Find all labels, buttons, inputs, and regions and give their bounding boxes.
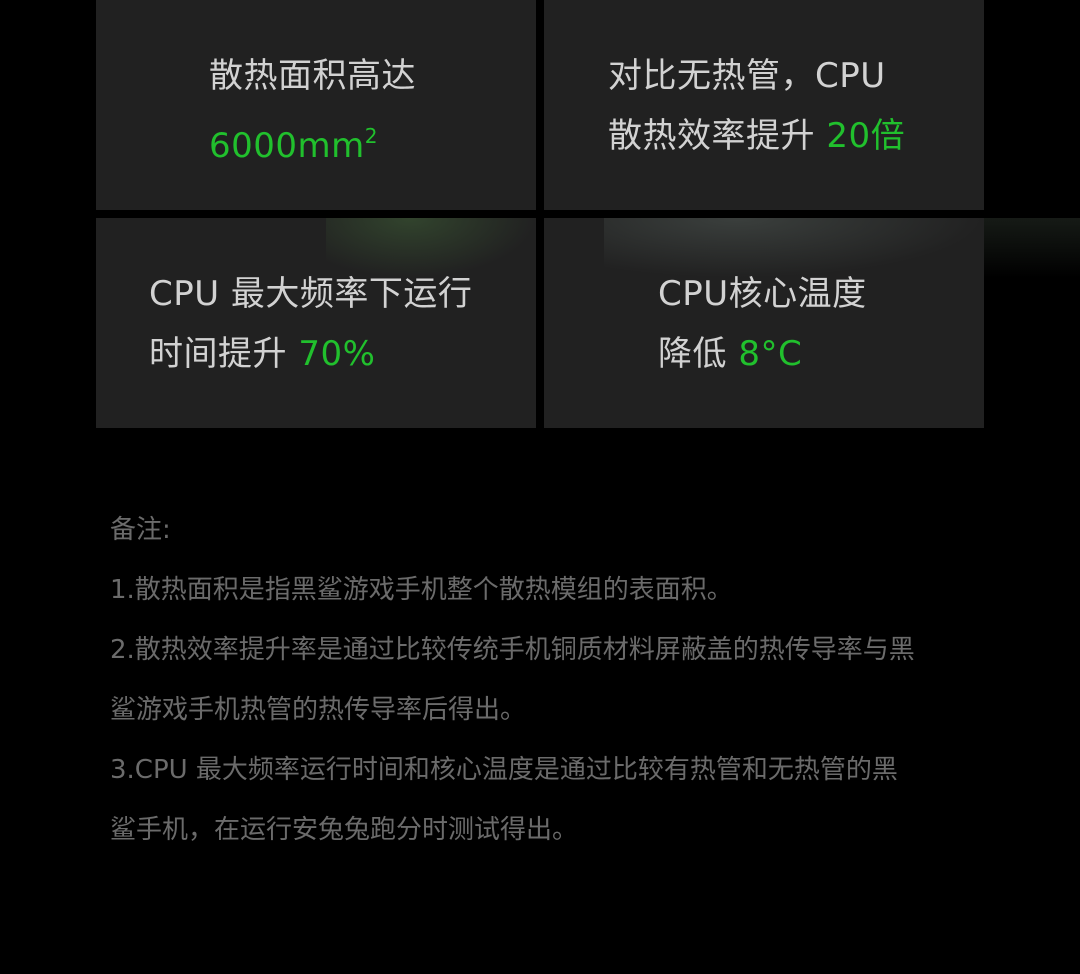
feature-prefix: 散热效率提升 bbox=[608, 116, 827, 156]
feature-prefix: 降低 bbox=[658, 334, 739, 374]
feature-highlight: 8°C bbox=[738, 334, 803, 374]
feature-title: 对比无热管，CPU bbox=[608, 56, 886, 96]
feature-highlight: 70% bbox=[298, 334, 376, 374]
notes-heading: 备注: bbox=[110, 515, 171, 545]
feature-text: 对比无热管，CPU 散热效率提升 20倍 bbox=[608, 46, 905, 166]
feature-card-efficiency: 对比无热管，CPU 散热效率提升 20倍 bbox=[544, 0, 984, 210]
feature-value-line: 降低 8°C bbox=[658, 324, 867, 384]
note-item-1: 1.散热面积是指黑鲨游戏手机整个散热模组的表面积。 bbox=[110, 575, 733, 605]
feature-superscript: 2 bbox=[364, 124, 379, 148]
feature-value-line: 散热效率提升 20倍 bbox=[608, 106, 905, 166]
feature-highlight: 20倍 bbox=[826, 116, 906, 156]
feature-text: 散热面积高达 6000mm2 bbox=[209, 46, 416, 176]
edge-glow-decoration bbox=[984, 218, 1080, 278]
feature-value-line: 6000mm2 bbox=[209, 106, 416, 176]
feature-card-area: 散热面积高达 6000mm2 bbox=[96, 0, 536, 210]
note-item-2-line-1: 2.散热效率提升率是通过比较传统手机铜质材料屏蔽盖的热传导率与黑 bbox=[110, 635, 915, 665]
feature-title: CPU核心温度 bbox=[658, 274, 867, 314]
feature-text: CPU 最大频率下运行 时间提升 70% bbox=[149, 264, 472, 384]
feature-value-line: 时间提升 70% bbox=[149, 324, 472, 384]
feature-title: 散热面积高达 bbox=[209, 56, 416, 96]
feature-title: CPU 最大频率下运行 bbox=[149, 274, 473, 314]
note-item-2-line-2: 鲨游戏手机热管的热传导率后得出。 bbox=[110, 695, 527, 725]
feature-text: CPU核心温度 降低 8°C bbox=[658, 264, 867, 384]
feature-highlight: 6000mm bbox=[209, 126, 365, 166]
feature-card-runtime: CPU 最大频率下运行 时间提升 70% bbox=[96, 218, 536, 428]
feature-prefix: 时间提升 bbox=[149, 334, 299, 374]
note-item-3-line-1: 3.CPU 最大频率运行时间和核心温度是通过比较有热管和无热管的黑 bbox=[110, 755, 898, 785]
notes-section: 备注: 1.散热面积是指黑鲨游戏手机整个散热模组的表面积。 2.散热效率提升率是… bbox=[110, 500, 990, 860]
note-item-3-line-2: 鲨手机，在运行安兔兔跑分时测试得出。 bbox=[110, 815, 579, 845]
feature-card-temperature: CPU核心温度 降低 8°C bbox=[544, 218, 984, 428]
